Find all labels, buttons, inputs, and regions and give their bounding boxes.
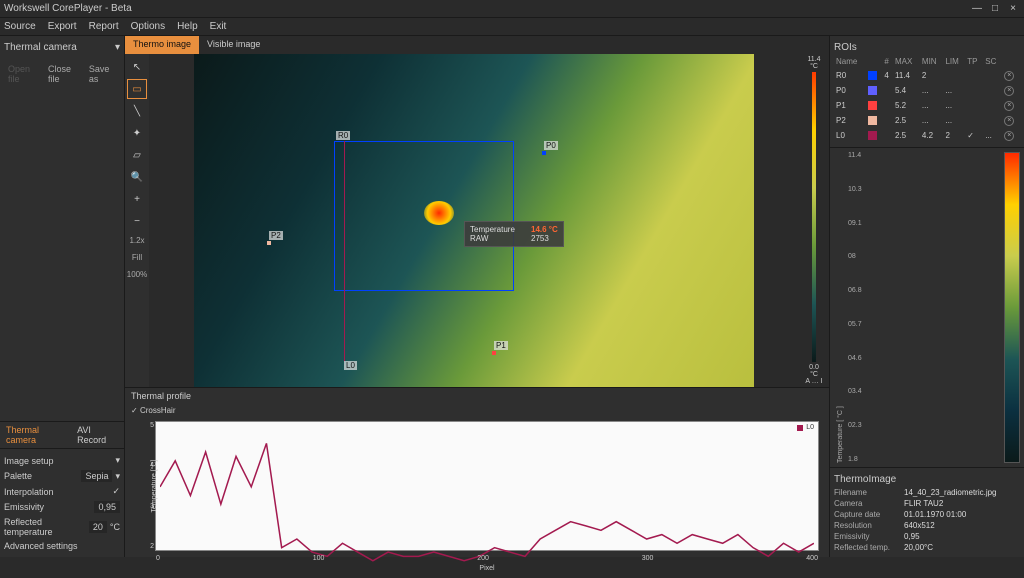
point-roi-icon[interactable]: ✦ <box>128 124 146 142</box>
reflected-temp-input[interactable]: 20 <box>89 521 107 533</box>
delete-roi-icon[interactable]: × <box>1004 131 1014 141</box>
info-label: Resolution <box>834 521 904 530</box>
roi-row[interactable]: P15.2......× <box>834 98 1020 113</box>
hotspot-marker <box>424 201 454 225</box>
menu-source[interactable]: Source <box>4 21 36 32</box>
chart-xlabel: Pixel <box>479 565 494 572</box>
mini-colorbar: 11.4°C 0.0°C A … I <box>799 54 829 387</box>
menu-exit[interactable]: Exit <box>210 21 227 32</box>
chevron-down-icon[interactable]: ▾ <box>112 471 120 482</box>
roi-point-p0[interactable] <box>542 151 546 155</box>
gradient-axis-label: Temperature [ °C ] <box>834 152 844 463</box>
image-setup-header: Image setup <box>4 456 54 466</box>
close-icon[interactable]: × <box>1006 3 1020 14</box>
delete-roi-icon[interactable]: × <box>1004 71 1014 81</box>
zoom-100-button[interactable]: 100% <box>127 268 147 281</box>
menu-report[interactable]: Report <box>89 21 119 32</box>
roi-label-p1: P1 <box>494 341 508 350</box>
palette-select[interactable]: Sepia <box>81 470 112 482</box>
thermal-profile-chart[interactable]: 5 4 3 2 Temperature [°C] L0 0 100 200 30… <box>155 421 819 551</box>
info-value: 14_40_23_radiometric.jpg <box>904 488 997 497</box>
camera-dropdown-label[interactable]: Thermal camera <box>4 42 77 53</box>
info-value: FLIR TAU2 <box>904 499 943 508</box>
maximize-icon[interactable]: □ <box>988 3 1002 14</box>
tab-visible-image[interactable]: Visible image <box>199 36 268 54</box>
roi-label-p2: P2 <box>269 231 283 240</box>
window-title: Workswell CorePlayer - Beta <box>4 3 970 14</box>
tab-thermal-camera[interactable]: Thermal camera <box>0 422 71 448</box>
roi-label-r0: R0 <box>336 131 350 140</box>
info-label: Capture date <box>834 510 904 519</box>
line-roi-icon[interactable]: ╲ <box>128 102 146 120</box>
zoom-fill-button[interactable]: Fill <box>132 251 142 264</box>
open-file-button[interactable]: Open file <box>4 62 42 86</box>
info-value: 20,00°C <box>904 543 933 552</box>
roi-label-l0: L0 <box>344 361 357 370</box>
interpolation-label: Interpolation <box>4 487 112 497</box>
tab-avi-record[interactable]: AVI Record <box>71 422 124 448</box>
reflected-temp-unit: °C <box>107 522 120 532</box>
info-value: 640x512 <box>904 521 935 530</box>
menu-help[interactable]: Help <box>177 21 198 32</box>
gradient-colorbar[interactable] <box>1004 152 1020 463</box>
delete-roi-icon[interactable]: × <box>1004 116 1014 126</box>
thermal-image[interactable]: R0 P0 P1 P2 L0 Temperature14.6 °C RAW275… <box>194 54 754 387</box>
thermal-viewport[interactable]: R0 P0 P1 P2 L0 Temperature14.6 °C RAW275… <box>149 54 799 387</box>
info-label: Filename <box>834 488 904 497</box>
interpolation-checkbox[interactable]: ✓ <box>112 486 120 497</box>
rois-panel-header: ROIs <box>834 40 1020 55</box>
zoom-out-icon[interactable]: − <box>128 212 146 230</box>
gradient-ticks: 11.410.309.10806.805.704.603.402.31.8 <box>844 152 1004 463</box>
delete-roi-icon[interactable]: × <box>1004 86 1014 96</box>
thermal-profile-header: Thermal profile <box>125 388 829 404</box>
roi-line-l0[interactable] <box>344 141 345 361</box>
save-as-button[interactable]: Save as <box>85 62 120 86</box>
crosshair-label: CrossHair <box>140 406 176 415</box>
roi-row[interactable]: R0411.42× <box>834 68 1020 83</box>
pointer-tool-icon[interactable]: ↖ <box>128 58 146 76</box>
info-label: Emissivity <box>834 532 904 541</box>
delete-roi-icon[interactable]: × <box>1004 101 1014 111</box>
roi-label-p0: P0 <box>544 141 558 150</box>
menu-options[interactable]: Options <box>131 21 165 32</box>
roi-point-p2[interactable] <box>267 241 271 245</box>
info-label: Camera <box>834 499 904 508</box>
zoom-tool-icon[interactable]: 🔍 <box>128 168 146 186</box>
roi-row[interactable]: L02.54.22✓...× <box>834 128 1020 143</box>
close-file-button[interactable]: Close file <box>44 62 83 86</box>
chart-ylabel: Temperature [°C] <box>151 460 158 513</box>
thermo-info-header: ThermoImage <box>834 472 1020 487</box>
tab-thermo-image[interactable]: Thermo image <box>125 36 199 54</box>
roi-row[interactable]: P05.4......× <box>834 83 1020 98</box>
zoom-in-icon[interactable]: + <box>128 190 146 208</box>
rois-table: Name # MAX MIN LIM TP SC R0411.42×P05.4.… <box>834 55 1020 143</box>
emissivity-input[interactable]: 0,95 <box>94 501 120 513</box>
info-value: 01.01.1970 01:00 <box>904 510 966 519</box>
chevron-down-icon[interactable]: ▾ <box>115 455 120 466</box>
polygon-roi-icon[interactable]: ▱ <box>128 146 146 164</box>
roi-point-p1[interactable] <box>492 351 496 355</box>
crosshair-checkbox[interactable]: ✓ <box>131 406 138 415</box>
roi-row[interactable]: P22.5......× <box>834 113 1020 128</box>
minimize-icon[interactable]: — <box>970 3 984 14</box>
chevron-down-icon[interactable]: ▾ <box>115 42 120 53</box>
rectangle-roi-icon[interactable]: ▭ <box>128 80 146 98</box>
advanced-settings-link[interactable]: Advanced settings <box>4 541 78 551</box>
emissivity-label: Emissivity <box>4 502 94 512</box>
chart-legend: L0 <box>797 424 814 431</box>
palette-label: Palette <box>4 471 81 481</box>
pixel-tooltip: Temperature14.6 °C RAW2753 <box>464 221 564 247</box>
zoom-level-label: 1.2x <box>129 234 144 247</box>
info-label: Reflected temp. <box>834 543 904 552</box>
info-value: 0,95 <box>904 532 920 541</box>
reflected-temp-label: Reflected temperature <box>4 517 89 537</box>
menu-export[interactable]: Export <box>48 21 77 32</box>
